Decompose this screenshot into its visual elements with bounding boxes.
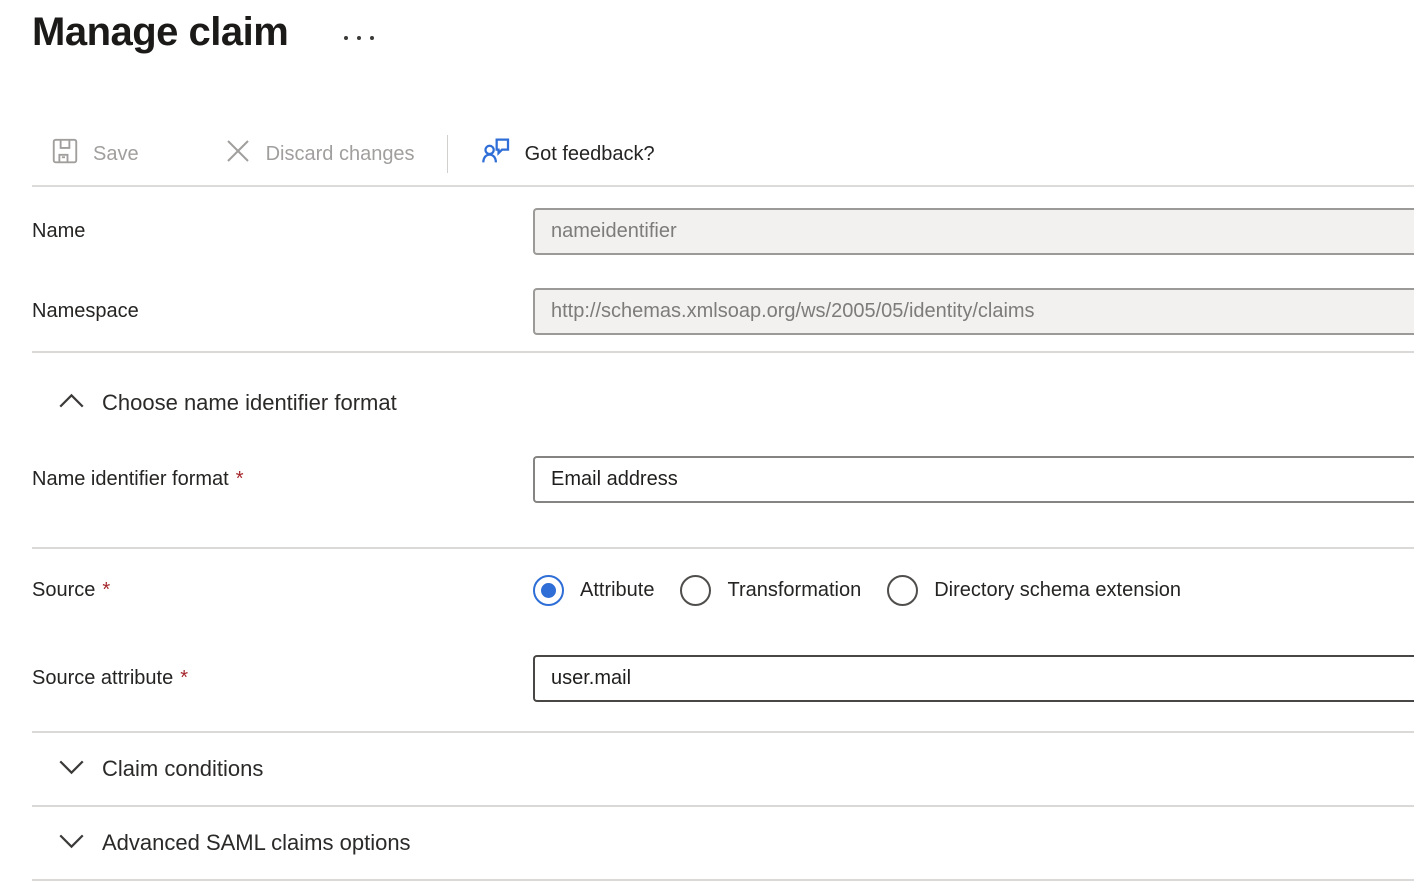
- radio-unselected-icon: [887, 575, 918, 606]
- radio-option-attribute[interactable]: Attribute: [533, 575, 654, 606]
- radio-option-transformation[interactable]: Transformation: [680, 575, 861, 606]
- more-options-icon[interactable]: [340, 32, 378, 44]
- section-divider: [32, 805, 1414, 807]
- name-identifier-format-label: Name identifier format*: [32, 468, 533, 491]
- feedback-icon: [480, 135, 512, 173]
- name-input[interactable]: [533, 208, 1414, 255]
- name-field-row: Name: [32, 208, 1414, 255]
- name-identifier-format-dropdown[interactable]: Email address: [533, 456, 1414, 503]
- source-radio-group: Attribute Transformation Directory schem…: [533, 575, 1181, 606]
- radio-label: Transformation: [727, 579, 861, 602]
- page-title: Manage claim: [32, 8, 288, 56]
- source-field-row: Source* Attribute Transformation Directo…: [32, 575, 1414, 606]
- got-feedback-label: Got feedback?: [525, 143, 655, 166]
- source-attribute-label: Source attribute*: [32, 667, 533, 690]
- save-label: Save: [93, 143, 139, 166]
- close-icon: [223, 136, 253, 172]
- radio-unselected-icon: [680, 575, 711, 606]
- save-button[interactable]: Save: [50, 136, 139, 172]
- namespace-input[interactable]: [533, 288, 1414, 335]
- source-attribute-dropdown[interactable]: user.mail: [533, 655, 1414, 702]
- section-divider: [32, 547, 1414, 549]
- namespace-field-label: Namespace: [32, 300, 533, 323]
- section-divider: [32, 879, 1414, 881]
- radio-label: Directory schema extension: [934, 579, 1181, 602]
- section-title: Advanced SAML claims options: [102, 830, 411, 856]
- radio-label: Attribute: [580, 579, 654, 602]
- blade-header: Manage claim: [0, 0, 1414, 58]
- radio-option-directory-schema-extension[interactable]: Directory schema extension: [887, 575, 1181, 606]
- section-advanced-saml-claims-options[interactable]: Advanced SAML claims options: [58, 823, 1414, 863]
- save-icon: [50, 136, 80, 172]
- toolbar-divider: [32, 185, 1414, 187]
- command-bar: Save Discard changes Got feedback?: [32, 134, 1414, 174]
- required-indicator: *: [180, 667, 188, 689]
- discard-changes-label: Discard changes: [266, 143, 415, 166]
- chevron-down-icon: [58, 832, 85, 855]
- discard-changes-button[interactable]: Discard changes: [223, 136, 415, 172]
- required-indicator: *: [102, 579, 110, 601]
- section-title: Choose name identifier format: [102, 390, 397, 416]
- manage-claim-blade: Manage claim Save Discard: [0, 0, 1414, 896]
- section-choose-name-identifier-format[interactable]: Choose name identifier format: [58, 383, 1414, 423]
- name-identifier-format-row: Name identifier format* Email address: [32, 456, 1414, 503]
- source-field-label: Source*: [32, 579, 533, 602]
- chevron-down-icon: [58, 758, 85, 781]
- chevron-up-icon: [58, 392, 85, 415]
- section-divider: [32, 731, 1414, 733]
- radio-selected-icon: [533, 575, 564, 606]
- name-field-label: Name: [32, 220, 533, 243]
- got-feedback-button[interactable]: Got feedback?: [480, 135, 655, 173]
- source-attribute-row: Source attribute* user.mail: [32, 655, 1414, 702]
- toolbar-separator: [447, 135, 448, 173]
- required-indicator: *: [236, 468, 244, 490]
- section-claim-conditions[interactable]: Claim conditions: [58, 749, 1414, 789]
- namespace-field-row: Namespace: [32, 288, 1414, 335]
- section-title: Claim conditions: [102, 756, 263, 782]
- section-divider: [32, 351, 1414, 353]
